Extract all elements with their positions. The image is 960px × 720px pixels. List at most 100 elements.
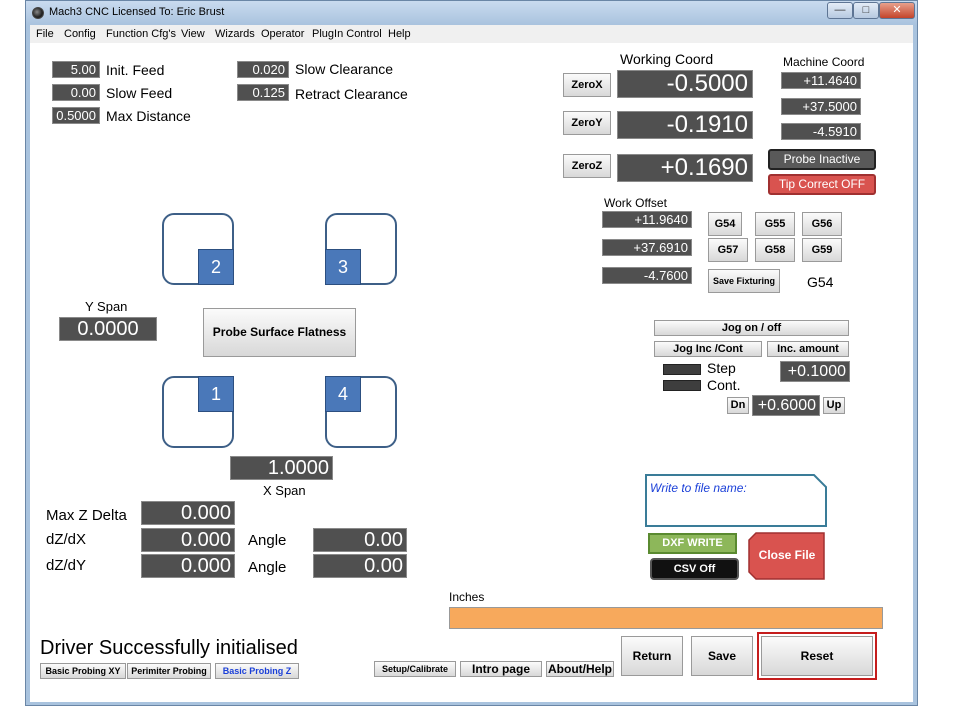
file-name-label: Write to file name: [650,481,747,495]
max-z-delta-label: Max Z Delta [46,507,127,524]
retract-clearance-field[interactable]: 0.125 [237,84,289,101]
working-coord-title: Working Coord [620,51,714,67]
probe-status-indicator: Probe Inactive [768,149,876,170]
dzdy-label: dZ/dY [46,557,87,574]
corner-2-button[interactable]: 2 [198,249,234,285]
minimize-button[interactable]: — [827,2,853,19]
title-bar[interactable]: Mach3 CNC Licensed To: Eric Brust — □ ✕ [26,1,917,25]
max-distance-field[interactable]: 0.5000 [52,107,100,124]
work-offset-y-dro: +37.6910 [602,239,692,256]
cont-led [663,380,701,391]
dzdx-dro: 0.000 [141,528,235,552]
jog-on-off-button[interactable]: Jog on / off [654,320,849,336]
tab-perimiter-probing[interactable]: Perimiter Probing [127,663,211,679]
angle-y-dro: 0.00 [313,554,407,578]
work-offset-z-dro: -4.7600 [602,267,692,284]
step-led [663,364,701,375]
menu-wizards[interactable]: Wizards [215,28,255,40]
slow-feed-field[interactable]: 0.00 [52,84,100,101]
return-button[interactable]: Return [621,636,683,676]
menu-view[interactable]: View [181,28,205,40]
machine-x-dro: +11.4640 [781,72,861,89]
close-file-label: Close File [758,548,816,562]
machine-coord-title: Machine Coord [783,55,865,69]
progress-bar [449,607,883,629]
app-window: Mach3 CNC Licensed To: Eric Brust — □ ✕ … [25,0,918,706]
slow-clearance-field[interactable]: 0.020 [237,61,289,78]
jog-down-button[interactable]: Dn [727,397,749,414]
working-y-dro: -0.1910 [617,111,753,139]
corner-3-button[interactable]: 3 [325,249,361,285]
menu-help[interactable]: Help [388,28,411,40]
status-message: Driver Successfully initialised [40,637,298,659]
dzdy-dro: 0.000 [141,554,235,578]
about-help-button[interactable]: About/Help [546,661,614,677]
intro-page-button[interactable]: Intro page [460,661,542,677]
jog-up-button[interactable]: Up [823,397,845,414]
close-file-button[interactable]: Close File [748,532,826,580]
x-span-field[interactable]: 1.0000 [230,456,333,480]
close-window-button[interactable]: ✕ [879,2,915,19]
x-span-label: X Span [263,483,306,498]
g55-button[interactable]: G55 [755,212,795,236]
jog-step-field[interactable]: +0.6000 [752,395,820,416]
dzdx-label: dZ/dX [46,531,87,548]
save-fixturing-button[interactable]: Save Fixturing [708,269,780,293]
save-button[interactable]: Save [691,636,753,676]
menu-file[interactable]: File [36,28,54,40]
corner-4-button[interactable]: 4 [325,376,361,412]
work-offset-x-dro: +11.9640 [602,211,692,228]
inc-amount-field[interactable]: +0.1000 [780,361,850,382]
menu-bar: File Config Function Cfg's View Wizards … [30,25,913,43]
init-feed-label: Init. Feed [106,62,165,78]
menu-function-cfgs[interactable]: Function Cfg's [106,28,176,40]
machine-z-dro: -4.5910 [781,123,861,140]
zero-y-button[interactable]: ZeroY [563,111,611,135]
menu-plugin-control[interactable]: PlugIn Control [312,28,382,40]
g54-button[interactable]: G54 [708,212,742,236]
work-offset-title: Work Offset [604,196,667,210]
working-x-dro: -0.5000 [617,70,753,98]
g58-button[interactable]: G58 [755,238,795,262]
inc-amount-button[interactable]: Inc. amount [767,341,849,357]
tip-correct-button[interactable]: Tip Correct OFF [768,174,876,195]
corner-1-button[interactable]: 1 [198,376,234,412]
probe-surface-flatness-button[interactable]: Probe Surface Flatness [203,308,356,357]
current-fixture-label: G54 [807,274,834,290]
main-panel: 5.00 Init. Feed 0.00 Slow Feed 0.5000 Ma… [30,43,913,702]
csv-off-button[interactable]: CSV Off [650,558,739,580]
y-span-field[interactable]: 0.0000 [59,317,157,341]
init-feed-field[interactable]: 5.00 [52,61,100,78]
angle-x-dro: 0.00 [313,528,407,552]
slow-clearance-label: Slow Clearance [295,61,394,77]
maximize-button[interactable]: □ [853,2,879,19]
setup-calibrate-button[interactable]: Setup/Calibrate [374,661,456,677]
max-distance-label: Max Distance [106,108,191,124]
units-label: Inches [449,590,485,604]
step-label: Step [707,360,736,376]
file-name-box[interactable]: Write to file name: [644,473,828,528]
zero-z-button[interactable]: ZeroZ [563,154,611,178]
reset-button[interactable]: Reset [761,636,873,676]
window-title: Mach3 CNC Licensed To: Eric Brust [49,6,225,18]
cont-label: Cont. [707,377,741,393]
g56-button[interactable]: G56 [802,212,842,236]
machine-y-dro: +37.5000 [781,98,861,115]
slow-feed-label: Slow Feed [106,85,173,101]
tab-basic-probing-z[interactable]: Basic Probing Z [215,663,299,679]
max-z-delta-dro: 0.000 [141,501,235,525]
mach3-app-icon [32,7,44,19]
menu-operator[interactable]: Operator [261,28,304,40]
zero-x-button[interactable]: ZeroX [563,73,611,97]
angle-y-label: Angle [248,559,287,576]
retract-clearance-label: Retract Clearance [295,86,408,102]
menu-config[interactable]: Config [64,28,96,40]
dxf-write-button[interactable]: DXF WRITE [648,533,737,554]
tab-basic-probing-xy[interactable]: Basic Probing XY [40,663,126,679]
g57-button[interactable]: G57 [708,238,748,262]
working-z-dro: +0.1690 [617,154,753,182]
g59-button[interactable]: G59 [802,238,842,262]
y-span-label: Y Span [85,299,128,314]
angle-x-label: Angle [248,532,287,549]
jog-inc-cont-button[interactable]: Jog Inc /Cont [654,341,762,357]
